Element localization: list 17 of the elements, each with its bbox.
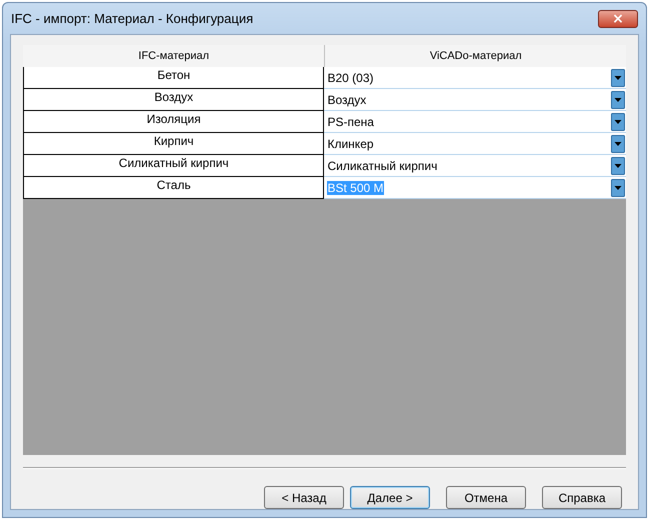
table-cell: Силикатный кирпич [23, 155, 324, 177]
material-dropdown[interactable]: PS-пена [324, 111, 626, 133]
table-cell: Сталь [23, 177, 324, 199]
column-header: IFC-материал [137, 49, 210, 64]
table-cell: Кирпич [23, 133, 324, 155]
dialog-button[interactable]: Отмена [446, 486, 526, 509]
material-dropdown[interactable]: B20 (03) [324, 67, 626, 89]
material-dropdown[interactable]: Воздух [324, 89, 626, 111]
material-dropdown[interactable]: Силикатный кирпич [324, 155, 626, 177]
material-dropdown[interactable]: Клинкер [324, 133, 626, 155]
dialog-button[interactable]: Далее > [350, 486, 430, 509]
window-title: IFC - импорт: Материал - Конфигурация [11, 11, 254, 26]
dialog-button[interactable]: < Назад [264, 486, 344, 509]
table-cell: Изоляция [23, 111, 324, 133]
table-cell: Воздух [23, 89, 324, 111]
table-cell: Бетон [23, 67, 324, 89]
dialog-button[interactable]: Справка [542, 486, 622, 509]
